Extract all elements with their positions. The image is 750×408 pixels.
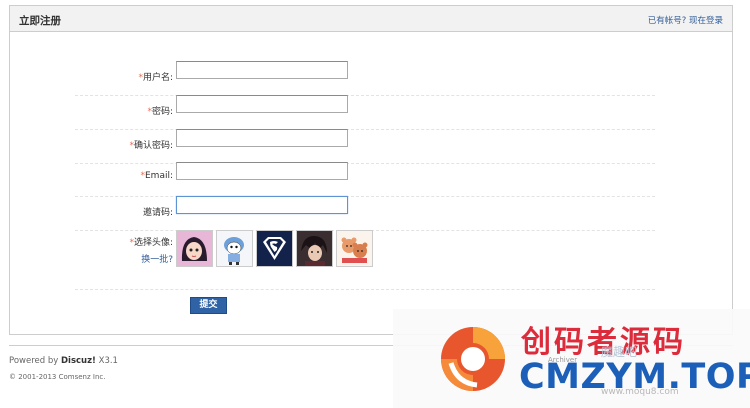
username-row: *用户名: (75, 61, 655, 96)
watermark-url: www.moqu8.com (601, 387, 679, 397)
has-account-link[interactable]: 已有帐号? (648, 16, 687, 26)
username-input[interactable] (176, 61, 348, 79)
panel-header: 立即注册 已有帐号? 现在登录 (10, 6, 732, 32)
copyright-text: © 2001-2013 Comsenz Inc. (9, 373, 106, 381)
login-links: 已有帐号? 现在登录 (648, 14, 723, 26)
confirm-password-label: *确认密码: (129, 141, 173, 151)
cartoon-bears-avatar[interactable] (336, 230, 373, 267)
email-row: *Email: (75, 162, 655, 197)
watermark: Archiver 创码者源码 魔趣吧 CMZYM.TOP www.moqu8.c… (393, 309, 750, 408)
blue-cartoon-boy-avatar[interactable] (216, 230, 253, 267)
avatar-more-link[interactable]: 换一批? (141, 252, 173, 265)
submit-button[interactable]: 提交 (190, 297, 227, 314)
login-link[interactable]: 现在登录 (689, 16, 723, 26)
invite-code-input[interactable] (176, 196, 348, 214)
password-input[interactable] (176, 95, 348, 113)
invite-code-row: 邀请码: (75, 196, 655, 231)
powered-by: Powered by Discuz! X3.1 (9, 356, 118, 366)
avatar-options (176, 230, 373, 267)
confirm-password-row: *确认密码: (75, 129, 655, 164)
dark-anime-character-avatar[interactable] (296, 230, 333, 267)
page-title: 立即注册 (19, 15, 61, 27)
username-label: *用户名: (138, 73, 173, 83)
email-label: *Email: (140, 171, 173, 181)
email-input[interactable] (176, 162, 348, 180)
discuz-link[interactable]: Discuz! (61, 356, 96, 366)
superman-logo-avatar[interactable] (256, 230, 293, 267)
avatar-label: *选择头像: (129, 238, 173, 248)
password-label: *密码: (147, 107, 173, 117)
avatar-row: *选择头像: 换一批? (75, 230, 655, 290)
invite-code-label: 邀请码: (142, 208, 173, 218)
confirm-password-input[interactable] (176, 129, 348, 147)
password-row: *密码: (75, 95, 655, 130)
anime-girl-avatar[interactable] (176, 230, 213, 267)
watermark-logo-icon (441, 327, 505, 391)
